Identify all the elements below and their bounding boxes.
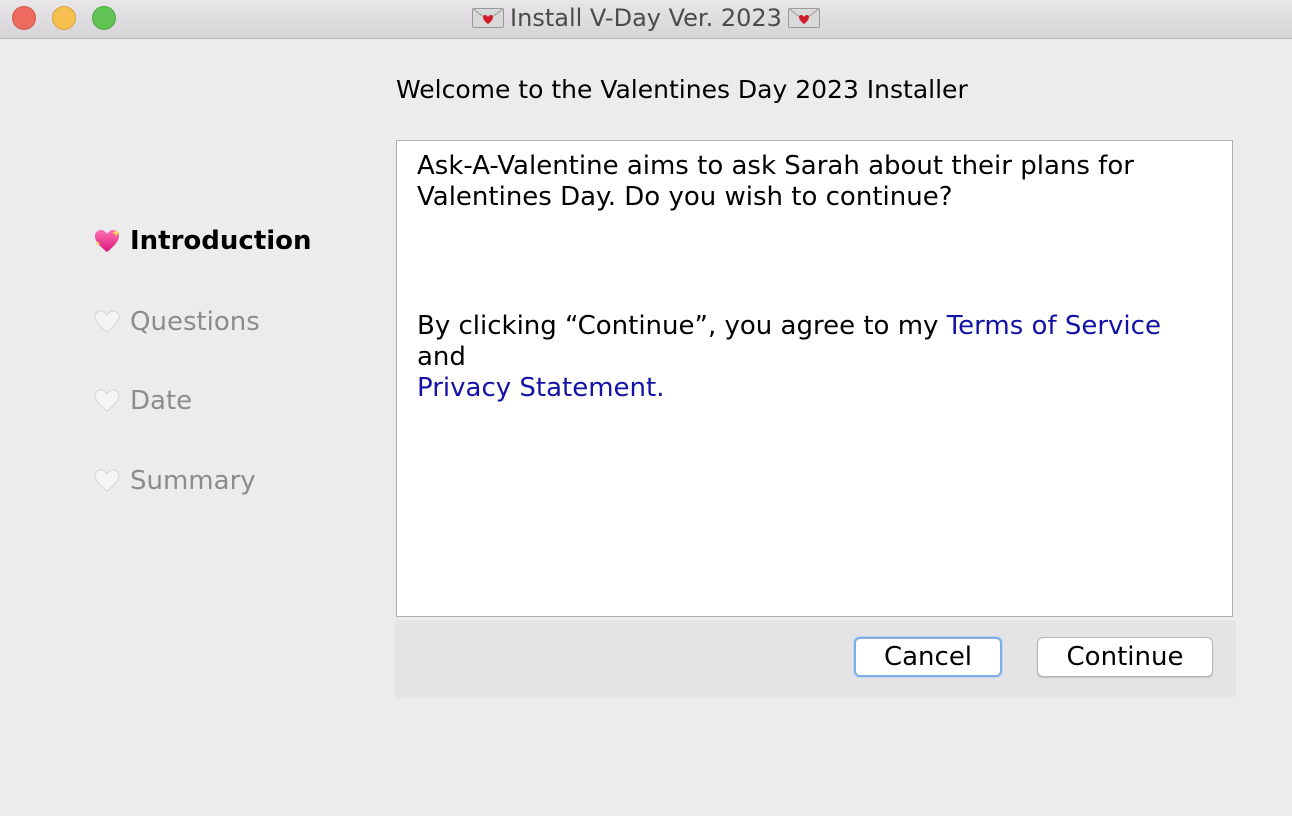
consent-text: By clicking “Continue”, you agree to my xyxy=(417,311,947,341)
step-summary: Summary xyxy=(94,464,256,498)
window-title: Install V-Day Ver. 2023 xyxy=(0,4,1292,32)
terms-of-service-link[interactable]: Terms of Service xyxy=(947,311,1161,341)
intro-paragraph: Ask-A-Valentine aims to ask Sarah about … xyxy=(417,151,1134,212)
step-introduction: Introduction xyxy=(94,224,312,258)
sparkling-heart-icon xyxy=(94,228,122,254)
step-label: Summary xyxy=(130,466,256,496)
installer-window: Install V-Day Ver. 2023 Welcome to the V… xyxy=(0,0,1292,816)
white-heart-icon xyxy=(94,468,122,494)
consent-paragraph: By clicking “Continue”, you agree to my … xyxy=(417,311,1207,404)
step-date: Date xyxy=(94,384,192,418)
title-bar[interactable]: Install V-Day Ver. 2023 xyxy=(0,0,1292,39)
cancel-button[interactable]: Cancel xyxy=(854,637,1002,677)
step-questions: Questions xyxy=(94,305,260,339)
consent-and-text: and xyxy=(417,342,466,372)
love-letter-icon xyxy=(787,8,820,28)
step-label: Questions xyxy=(130,307,260,337)
step-label: Introduction xyxy=(130,226,312,256)
window-title-text: Install V-Day Ver. 2023 xyxy=(510,4,782,32)
love-letter-icon xyxy=(472,8,505,28)
white-heart-icon xyxy=(94,309,122,335)
continue-button[interactable]: Continue xyxy=(1037,637,1213,677)
intro-text-area[interactable]: Ask-A-Valentine aims to ask Sarah about … xyxy=(396,140,1233,617)
step-label: Date xyxy=(130,386,193,416)
white-heart-icon xyxy=(94,388,122,414)
privacy-statement-link[interactable]: Privacy Statement. xyxy=(417,373,664,403)
page-heading: Welcome to the Valentines Day 2023 Insta… xyxy=(396,75,968,104)
